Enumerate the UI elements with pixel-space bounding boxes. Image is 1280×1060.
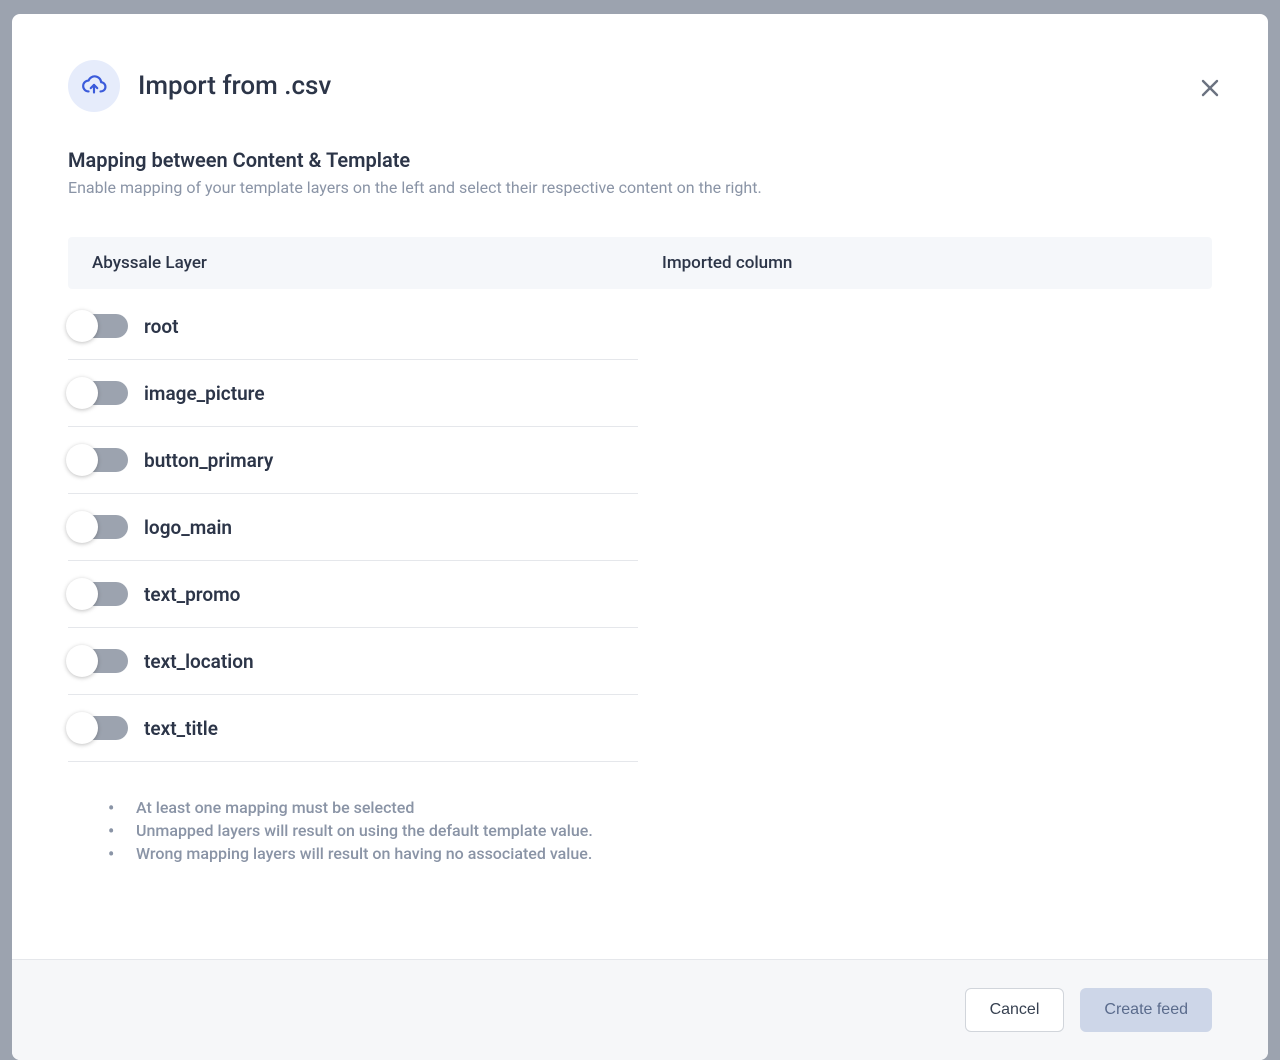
cancel-button[interactable]: Cancel [965,988,1065,1032]
layer-toggle[interactable] [68,649,128,673]
close-button[interactable] [1192,70,1228,109]
layer-toggle[interactable] [68,582,128,606]
mapping-table-header: Abyssale Layer Imported column [68,237,1212,289]
layer-label: text_title [144,717,218,740]
column-header-layer: Abyssale Layer [92,253,662,273]
modal-header: Import from .csv [12,14,1268,112]
layer-row: text_promo [68,561,638,628]
layer-toggle[interactable] [68,314,128,338]
layer-row: text_title [68,695,638,762]
create-feed-button[interactable]: Create feed [1080,988,1212,1032]
layer-row: text_location [68,628,638,695]
layer-label: text_location [144,650,254,673]
layer-label: image_picture [144,382,265,405]
layer-row: logo_main [68,494,638,561]
layer-toggle[interactable] [68,381,128,405]
hint-item: Unmapped layers will result on using the… [108,821,1212,840]
import-csv-modal: Import from .csv Mapping between Content… [12,14,1268,1060]
column-header-imported: Imported column [662,253,792,273]
modal-body: Mapping between Content & Template Enabl… [12,112,1268,959]
layer-toggle[interactable] [68,448,128,472]
layer-label: text_promo [144,583,240,606]
hints-list: At least one mapping must be selected Un… [68,798,1212,863]
section-subtitle: Enable mapping of your template layers o… [68,178,1212,197]
upload-cloud-icon [68,60,120,112]
layer-toggle[interactable] [68,716,128,740]
section-title: Mapping between Content & Template [68,148,1212,172]
layer-toggle[interactable] [68,515,128,539]
layer-label: root [144,315,178,338]
hint-item: Wrong mapping layers will result on havi… [108,844,1212,863]
layer-label: button_primary [144,449,273,472]
layer-row: root [68,293,638,360]
modal-title: Import from .csv [138,71,331,101]
modal-footer: Cancel Create feed [12,959,1268,1060]
layer-row: button_primary [68,427,638,494]
layer-list: root image_picture button_primary logo_m… [68,293,638,762]
hint-item: At least one mapping must be selected [108,798,1212,817]
layer-label: logo_main [144,516,232,539]
close-icon [1198,88,1222,103]
layer-row: image_picture [68,360,638,427]
